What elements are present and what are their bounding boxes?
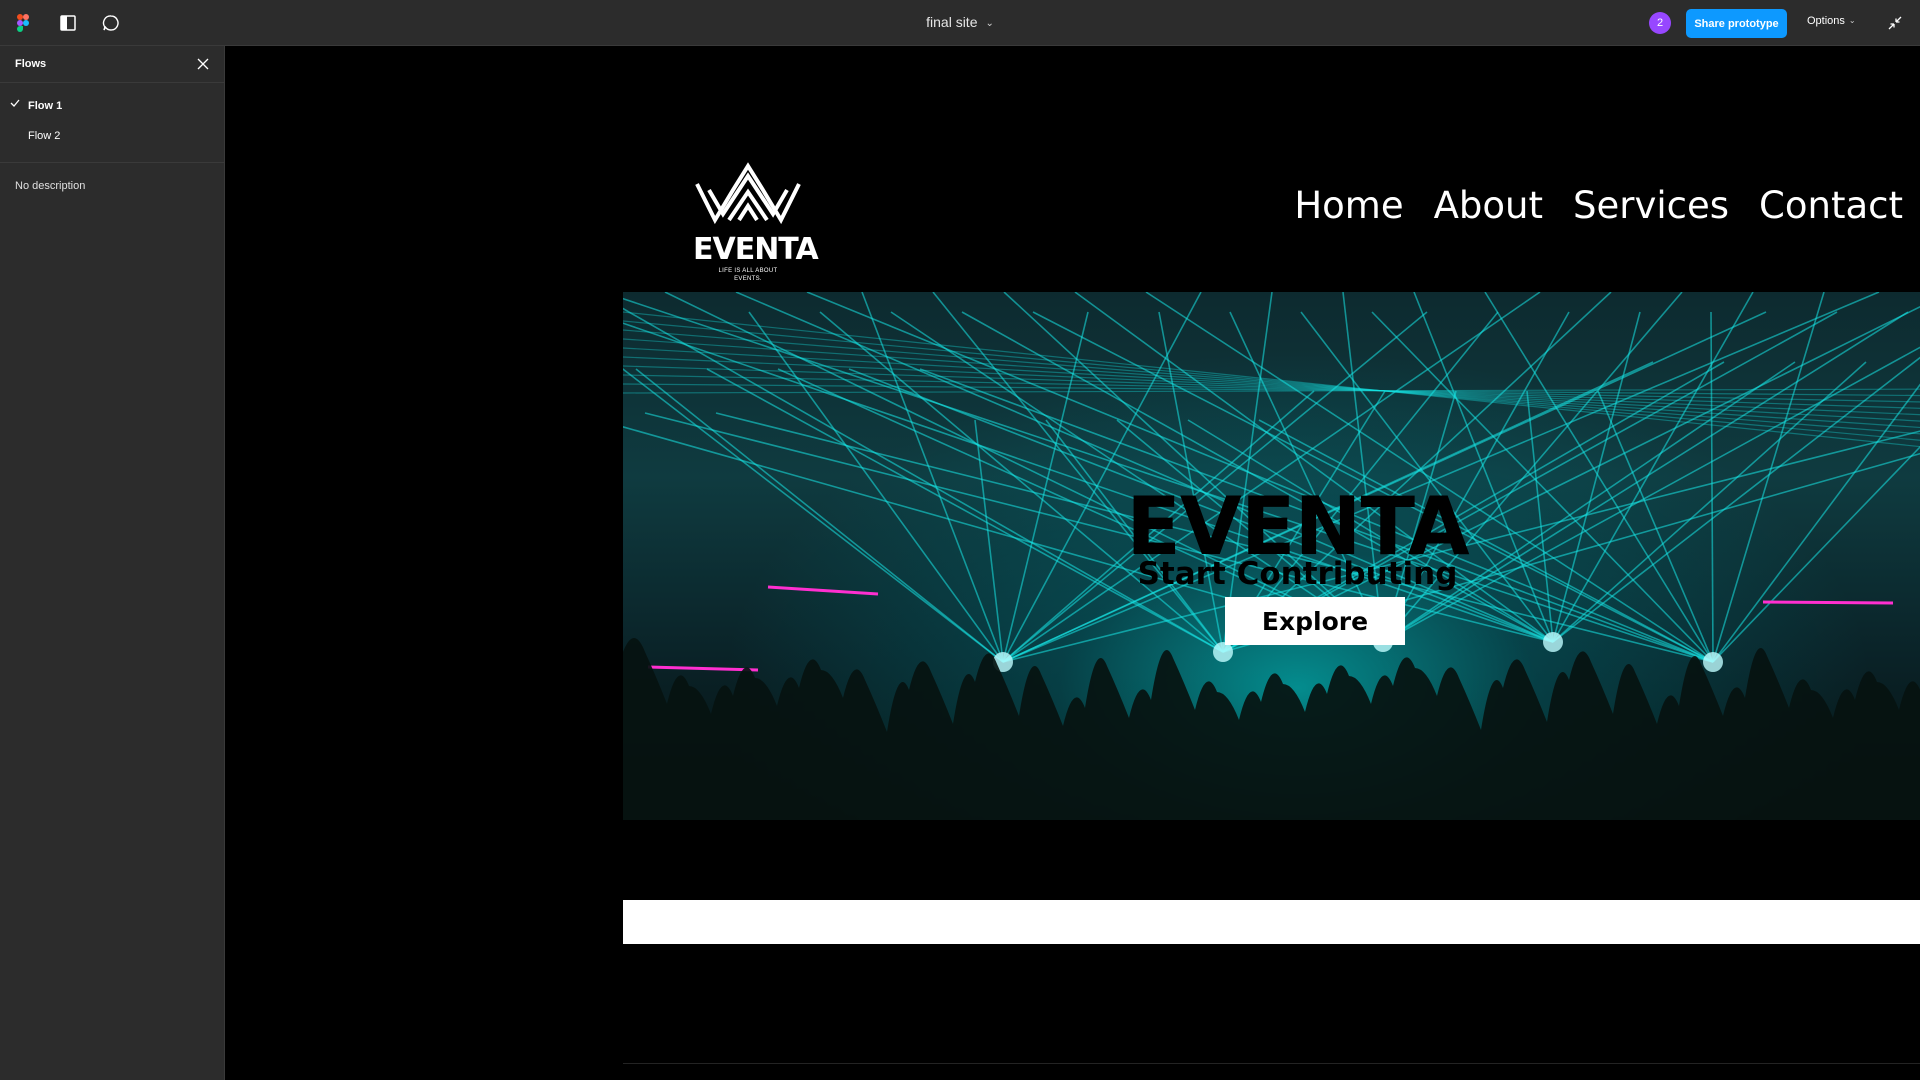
collapse-icon[interactable] — [1885, 13, 1905, 33]
nav-about[interactable]: About — [1434, 184, 1543, 227]
flow-item-2[interactable]: Flow 2 — [0, 121, 224, 151]
flow-description: No description — [15, 180, 86, 192]
crown-icon — [695, 162, 801, 225]
chevron-down-icon: ⌄ — [1848, 16, 1856, 25]
flow-list: Flow 1 Flow 2 — [0, 83, 224, 163]
explore-button[interactable]: Explore — [1225, 597, 1405, 645]
options-button[interactable]: Options ⌄ — [1807, 15, 1856, 27]
logo-tagline-line-1: LIFE IS ALL ABOUT — [718, 268, 778, 274]
flows-title: Flows — [15, 58, 47, 70]
white-banner — [623, 900, 1920, 944]
options-label: Options — [1807, 15, 1845, 27]
file-title: final site ⌄ — [0, 14, 1920, 30]
file-title-button[interactable]: final site ⌄ — [926, 14, 994, 30]
share-prototype-button[interactable]: Share prototype — [1686, 9, 1787, 38]
chevron-down-icon: ⌄ — [985, 18, 994, 29]
hero-section: EVENTA Start Contributing Explore — [623, 292, 1920, 820]
flows-header: Flows — [0, 46, 224, 83]
panel-toggle-icon[interactable] — [57, 12, 79, 34]
flow-item-label: Flow 2 — [28, 130, 61, 142]
logo-wordmark: EVENTA — [693, 232, 819, 267]
close-icon[interactable] — [196, 57, 210, 71]
comment-icon[interactable] — [100, 12, 122, 34]
main-nav: Home About Services Contact — [1294, 184, 1903, 227]
eventa-logo[interactable]: EVENTA LIFE IS ALL ABOUT EVENTS. — [693, 162, 819, 283]
site-frame: EVENTA LIFE IS ALL ABOUT EVENTS. Home Ab… — [623, 106, 1920, 1064]
figma-logo-icon[interactable] — [12, 12, 34, 34]
flow-item-label: Flow 1 — [28, 100, 63, 112]
flow-item-1[interactable]: Flow 1 — [0, 91, 224, 121]
flows-panel: Flows Flow 1 Flow 2 No description — [0, 46, 225, 1080]
logo-tagline-line-2: EVENTS. — [734, 276, 762, 282]
avatar[interactable]: 2 — [1649, 12, 1671, 34]
file-title-text: final site — [926, 14, 978, 30]
nav-services[interactable]: Services — [1573, 184, 1729, 227]
hero-subtitle: Start Contributing — [1137, 556, 1458, 592]
logo-tagline: LIFE IS ALL ABOUT EVENTS. — [693, 267, 803, 283]
nav-contact[interactable]: Contact — [1759, 184, 1903, 227]
prototype-canvas: EVENTA LIFE IS ALL ABOUT EVENTS. Home Ab… — [225, 46, 1920, 1080]
nav-home[interactable]: Home — [1294, 184, 1403, 227]
toolbar: final site ⌄ 2 Share prototype Options ⌄ — [0, 0, 1920, 46]
checkmark-icon — [10, 98, 20, 108]
